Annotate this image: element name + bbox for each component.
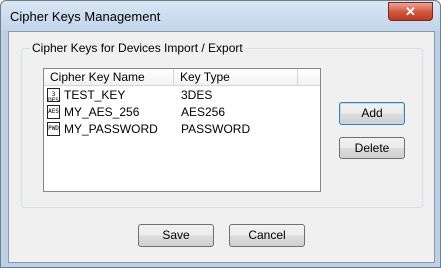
column-header-filler [298,69,320,85]
key-name: TEST_KEY [64,88,126,102]
key-name: MY_AES_256 [64,105,140,119]
aes-key-icon: AES [47,105,60,119]
group-label: Cipher Keys for Devices Import / Export [30,41,245,55]
list-item[interactable]: 3 DES TEST_KEY 3DES [46,87,318,104]
key-type: PASSWORD [181,122,251,136]
list-header: Cipher Key Name Key Type [44,69,320,86]
cipher-keys-window: Cipher Keys Management ✕ Cipher Keys for… [0,0,441,268]
list-item[interactable]: AES MY_AES_256 AES256 [46,104,318,121]
cancel-button[interactable]: Cancel [229,224,305,247]
list-item[interactable]: PWD MY_PASSWORD PASSWORD [46,121,318,138]
title-bar[interactable]: Cipher Keys Management ✕ [1,1,440,31]
column-header-cipher-key-name[interactable]: Cipher Key Name [44,69,174,85]
key-type: 3DES [181,88,213,102]
key-name: MY_PASSWORD [64,122,158,136]
add-button[interactable]: Add [339,102,405,125]
close-button[interactable]: ✕ [388,2,433,21]
window-title: Cipher Keys Management [10,9,161,24]
cipher-keys-list[interactable]: Cipher Key Name Key Type 3 DES TEST_KEY … [43,68,321,192]
cipher-keys-group: Cipher Keys for Devices Import / Export … [21,41,423,208]
save-button[interactable]: Save [138,224,214,247]
dialog-body: Cipher Keys for Devices Import / Export … [8,31,435,263]
close-icon: ✕ [405,4,416,19]
3des-key-icon: 3 DES [47,88,60,102]
key-type: AES256 [181,105,226,119]
column-header-key-type[interactable]: Key Type [174,69,298,85]
password-key-icon: PWD [47,122,60,136]
delete-button[interactable]: Delete [339,137,405,159]
